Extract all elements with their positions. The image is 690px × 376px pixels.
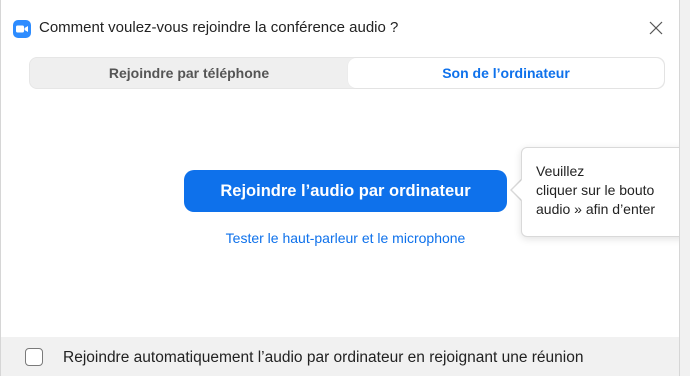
tooltip-line: Veuillez [536, 163, 585, 179]
audio-mode-tabs: Rejoindre par téléphone Son de l’ordinat… [29, 57, 665, 89]
test-speaker-microphone-link[interactable]: Tester le haut-parleur et le microphone [184, 230, 507, 246]
join-computer-audio-button[interactable]: Rejoindre l’audio par ordinateur [184, 170, 507, 212]
dialog-title: Comment voulez-vous rejoindre la confére… [39, 19, 399, 36]
tooltip-line: audio » afin d’enter [536, 201, 656, 217]
close-button[interactable] [643, 15, 669, 41]
tooltip-text: Veuillez cliquer sur le bouto audio » af… [536, 162, 655, 219]
tab-phone[interactable]: Rejoindre par téléphone [30, 58, 348, 88]
zoom-camera-icon [13, 20, 31, 38]
audio-join-dialog: Comment voulez-vous rejoindre la confére… [0, 0, 680, 376]
close-icon [649, 21, 663, 35]
tab-computer-audio[interactable]: Son de l’ordinateur [348, 58, 664, 88]
auto-join-label[interactable]: Rejoindre automatiquement l’audio par or… [63, 349, 583, 367]
tooltip-arrow-inner [512, 179, 523, 201]
tooltip-line: cliquer sur le bouto [536, 182, 655, 198]
auto-join-checkbox[interactable] [25, 348, 43, 366]
title-bar: Comment voulez-vous rejoindre la confére… [1, 0, 679, 44]
